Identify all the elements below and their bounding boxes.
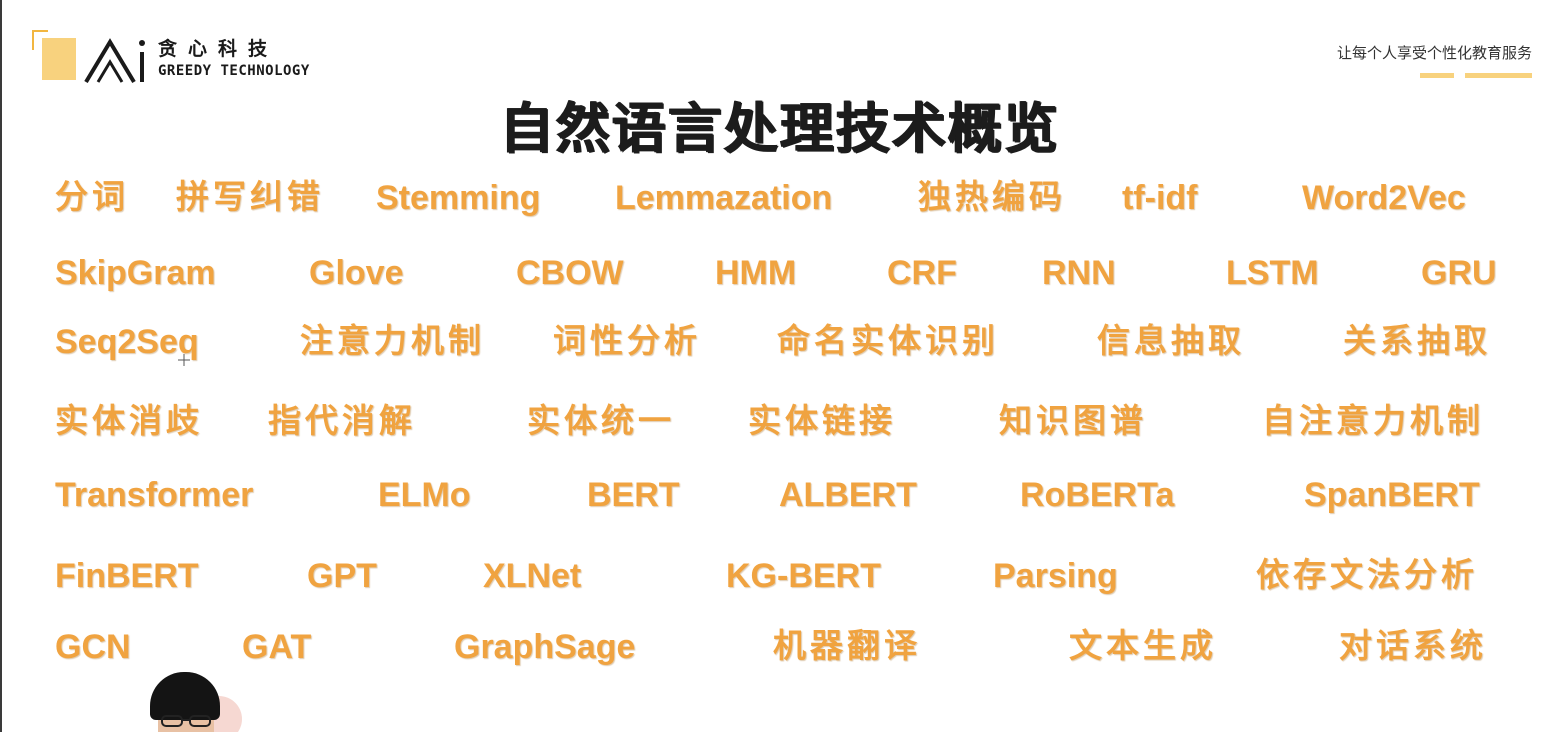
term-item: 关系抽取 xyxy=(1343,321,1491,360)
term-item: 拼写纠错 xyxy=(176,177,324,216)
slide-title: 自然语言处理技术概览 xyxy=(500,97,1060,160)
term-item: SkipGram xyxy=(55,254,216,292)
term-item: RoBERTa xyxy=(1020,476,1175,514)
term-item: 机器翻译 xyxy=(773,626,921,665)
term-item: GCN xyxy=(55,628,131,666)
term-item: XLNet xyxy=(483,557,582,595)
greedy-technology-logo: 贪心科技 GREEDY TECHNOLOGY xyxy=(32,30,342,85)
presenter-video xyxy=(148,672,248,732)
term-item: 自注意力机制 xyxy=(1262,401,1484,440)
term-item: 命名实体识别 xyxy=(777,321,999,360)
term-item: 实体链接 xyxy=(748,401,896,440)
term-item: 注意力机制 xyxy=(300,321,485,360)
logo-ai-icon xyxy=(84,38,145,84)
term-item: KG-BERT xyxy=(726,557,881,595)
crosshair-cursor-icon xyxy=(178,354,190,366)
term-item: GRU xyxy=(1421,254,1497,292)
term-item: 指代消解 xyxy=(268,401,416,440)
term-item: 文本生成 xyxy=(1069,626,1217,665)
slogan-underline xyxy=(1465,73,1532,78)
term-item: GAT xyxy=(242,628,312,666)
term-item: LSTM xyxy=(1226,254,1319,292)
term-item: Transformer xyxy=(55,476,254,514)
term-item: Stemming xyxy=(376,179,541,217)
term-item: Word2Vec xyxy=(1302,179,1466,217)
term-item: BERT xyxy=(587,476,680,514)
logo-squares-icon xyxy=(32,30,76,80)
slogan-underline xyxy=(1420,73,1454,78)
term-item: FinBERT xyxy=(55,557,199,595)
term-item: SpanBERT xyxy=(1304,476,1480,514)
term-item: Glove xyxy=(309,254,404,292)
slogan: 让每个人享受个性化教育服务 xyxy=(1336,44,1532,62)
logo-english-name: GREEDY TECHNOLOGY xyxy=(158,63,310,79)
term-item: GraphSage xyxy=(454,628,636,666)
glasses-icon xyxy=(161,715,211,727)
term-item: 分词 xyxy=(55,177,129,216)
term-item: CBOW xyxy=(516,254,624,292)
term-item: 实体统一 xyxy=(527,401,675,440)
term-item: 信息抽取 xyxy=(1097,321,1245,360)
term-item: RNN xyxy=(1042,254,1116,292)
term-item: 对话系统 xyxy=(1339,626,1487,665)
term-item: Lemmazation xyxy=(615,179,833,217)
term-item: HMM xyxy=(715,254,797,292)
term-item: 依存文法分析 xyxy=(1256,555,1478,594)
term-item: 独热编码 xyxy=(918,177,1066,216)
term-item: 实体消歧 xyxy=(55,401,203,440)
term-item: ELMo xyxy=(378,476,471,514)
term-item: Parsing xyxy=(993,557,1118,595)
term-item: 词性分析 xyxy=(553,321,701,360)
term-item: 知识图谱 xyxy=(999,401,1147,440)
term-item: GPT xyxy=(307,557,377,595)
logo-chinese-name: 贪心科技 xyxy=(158,38,279,60)
term-item: ALBERT xyxy=(779,476,917,514)
term-item: CRF xyxy=(887,254,957,292)
term-item: tf-idf xyxy=(1122,179,1198,217)
